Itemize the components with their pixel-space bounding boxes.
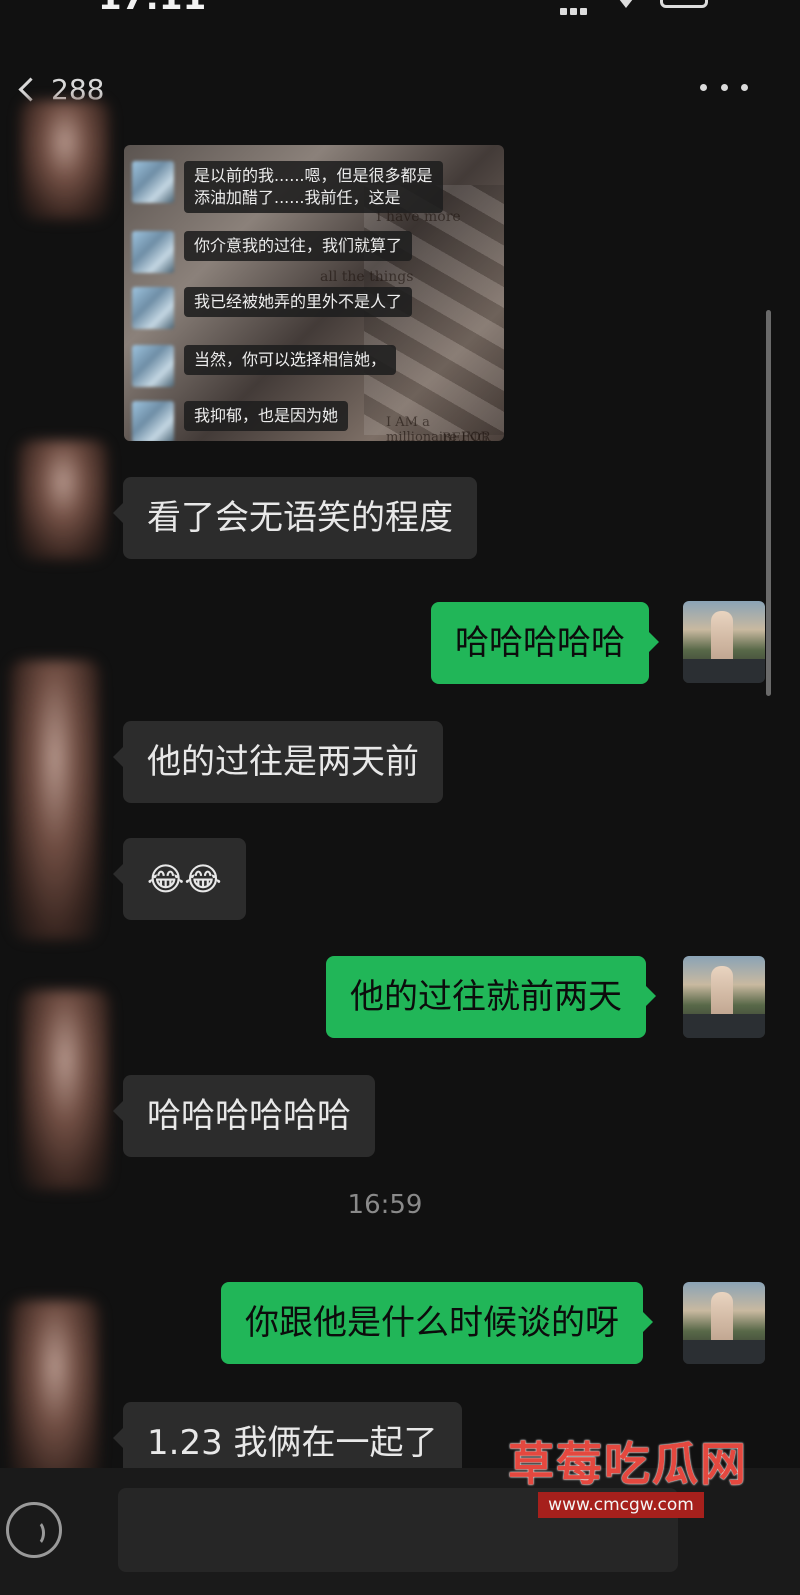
image-background-text: BEING ME — [442, 431, 488, 441]
avatar[interactable] — [18, 440, 108, 560]
quoted-message: 我已经被她弄的里外不是人了 — [132, 287, 413, 329]
avatar — [132, 161, 174, 203]
back-chevron-icon — [18, 76, 43, 102]
message-bubble[interactable]: 你跟他是什么时候谈的呀 — [221, 1282, 653, 1364]
quoted-message-text: 我抑郁，也是因为她 — [184, 401, 349, 431]
message-bubble[interactable]: 哈哈哈哈哈哈 — [113, 1075, 375, 1157]
avatar[interactable] — [683, 601, 765, 683]
quoted-message: 我抑郁，也是因为她 — [132, 401, 349, 441]
message-bubble[interactable]: 他的过往就前两天 — [326, 956, 656, 1038]
avatar — [132, 231, 174, 273]
avatar — [132, 345, 174, 387]
message-bubble[interactable]: 哈哈哈哈哈 — [431, 602, 659, 684]
message-timestamp: 16:59 — [347, 1190, 423, 1220]
avatar[interactable] — [20, 990, 110, 1190]
watermark-url: www.cmcgw.com — [538, 1492, 704, 1518]
quoted-message-text: 是以前的我......嗯，但是很多都是 添油加醋了......我前任，这是 — [184, 161, 443, 213]
watermark-title: 草莓吃瓜网 — [508, 1437, 748, 1491]
avatar[interactable] — [20, 100, 110, 220]
battery-icon — [660, 0, 708, 8]
voice-icon[interactable] — [6, 1502, 62, 1558]
quoted-message-text: 我已经被她弄的里外不是人了 — [184, 287, 413, 317]
avatar[interactable] — [683, 1282, 765, 1364]
message-bubble[interactable]: 他的过往是两天前 — [113, 721, 443, 803]
wifi-icon — [618, 0, 634, 8]
quoted-message: 是以前的我......嗯，但是很多都是 添油加醋了......我前任，这是 — [132, 161, 443, 213]
quoted-message: 当然，你可以选择相信她， — [132, 345, 397, 387]
scrollbar[interactable] — [766, 310, 771, 696]
more-icon[interactable] — [700, 72, 748, 102]
quoted-message-text: 你介意我的过往，我们就算了 — [184, 231, 413, 261]
avatar[interactable] — [10, 1300, 100, 1490]
avatar[interactable] — [683, 956, 765, 1038]
message-bubble[interactable]: 看了会无语笑的程度 — [113, 477, 477, 559]
status-time: 17:11 — [98, 0, 206, 18]
avatar[interactable] — [10, 660, 100, 940]
screenshot-image-message[interactable]: I have more all the things I AM a millio… — [124, 145, 504, 441]
quoted-message: 你介意我的过往，我们就算了 — [132, 231, 413, 273]
avatar — [132, 401, 174, 441]
signal-icon — [560, 0, 600, 15]
avatar — [132, 287, 174, 329]
quoted-message-text: 当然，你可以选择相信她， — [184, 345, 397, 375]
message-bubble[interactable]: 😂😂 — [113, 838, 246, 920]
